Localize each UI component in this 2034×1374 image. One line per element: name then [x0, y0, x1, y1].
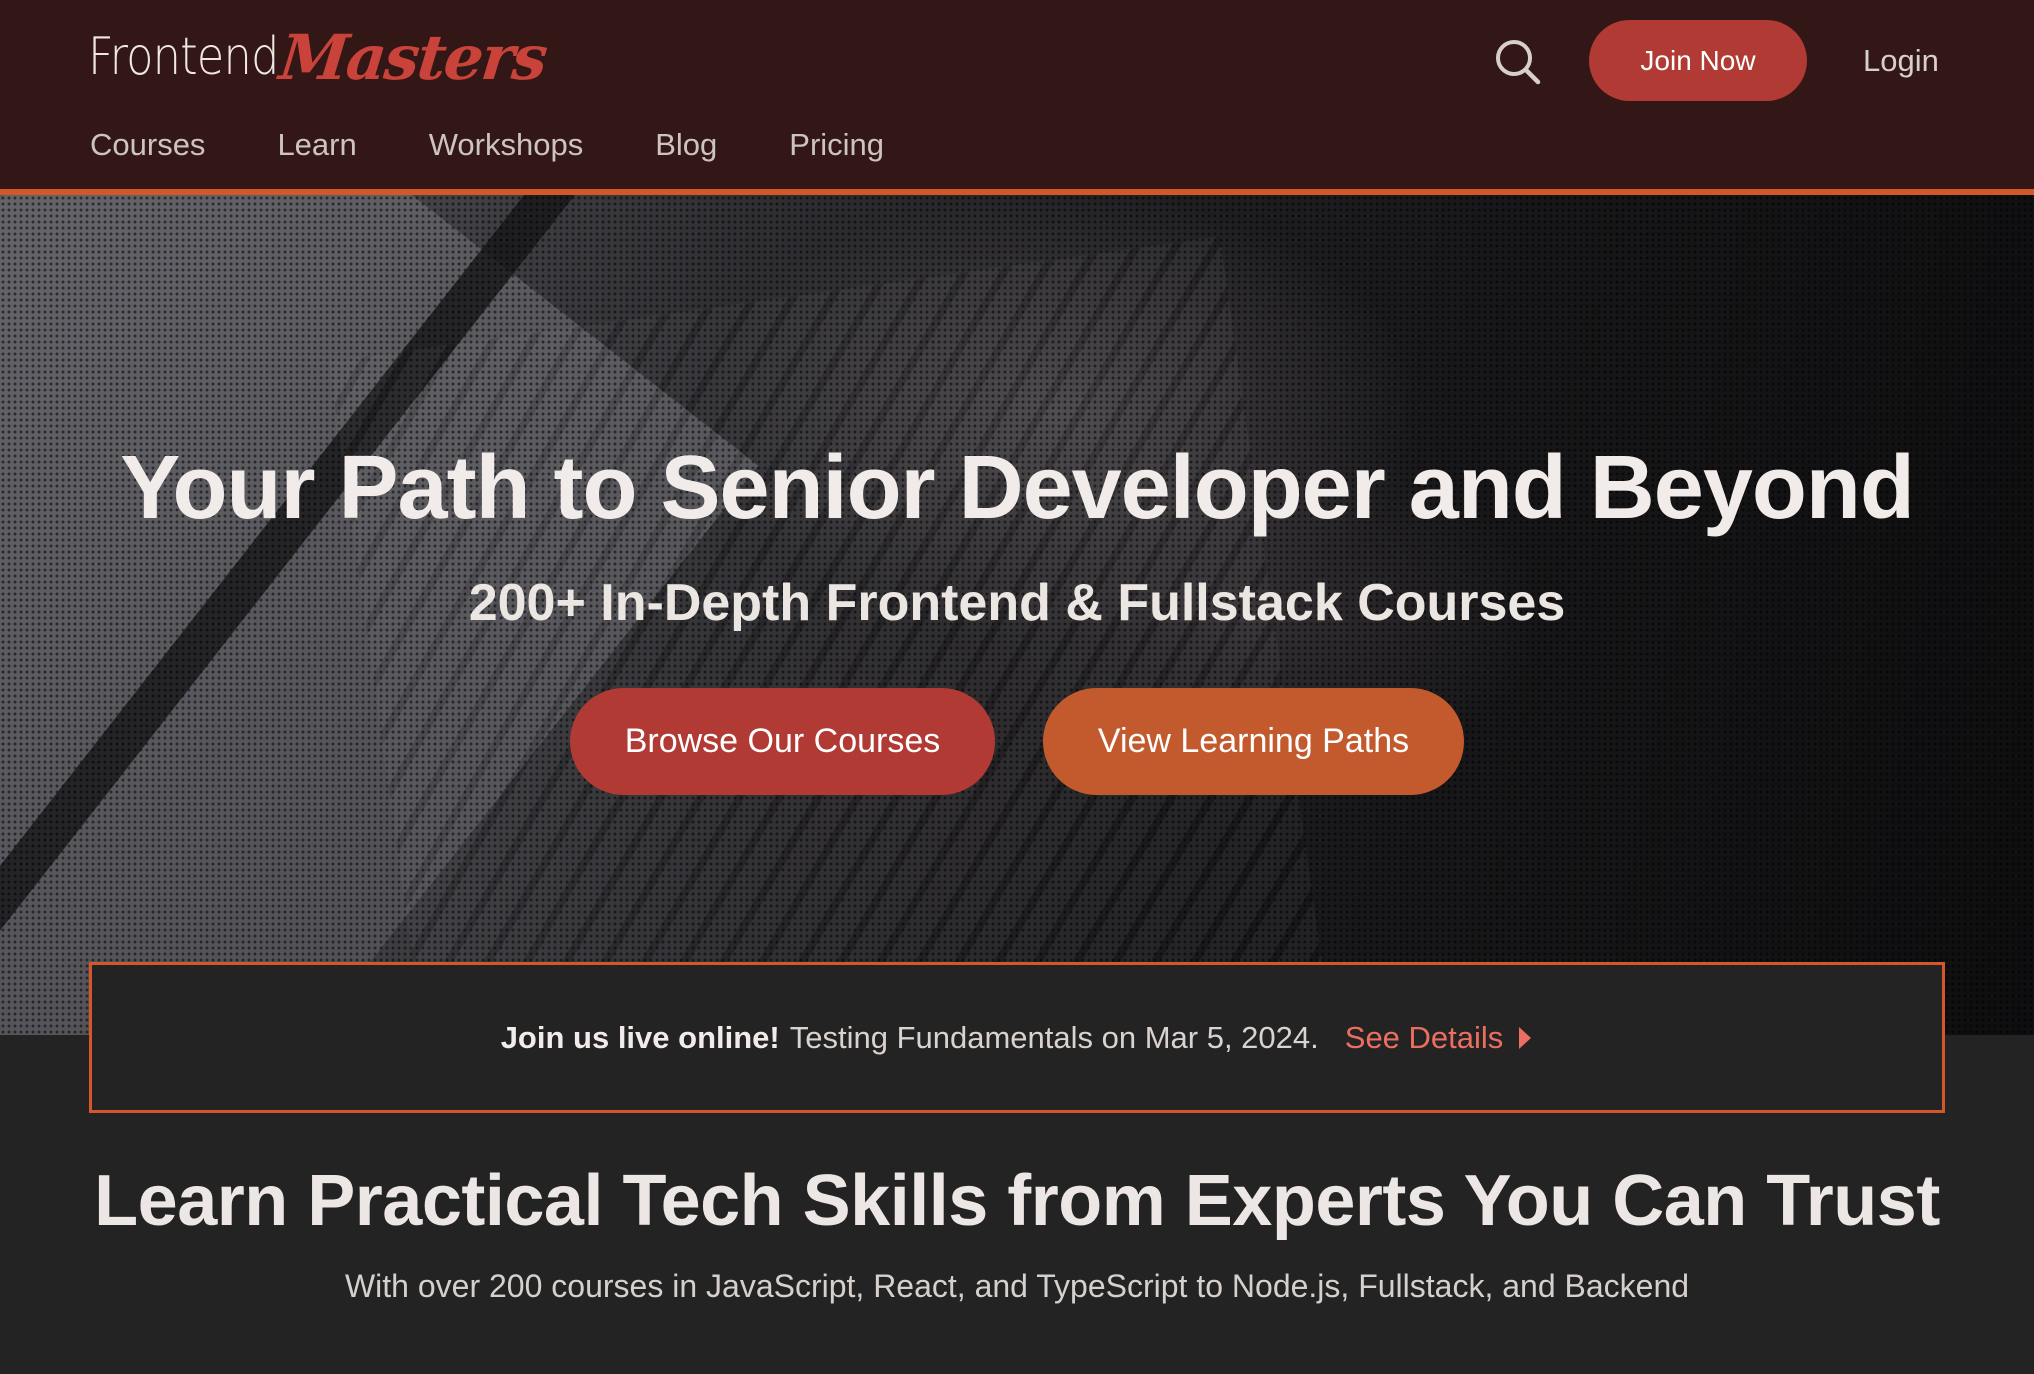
- hero-subtitle: 200+ In-Depth Frontend & Fullstack Cours…: [468, 574, 1566, 632]
- frontend-masters-logo[interactable]: Frontend Masters: [88, 12, 549, 102]
- nav-item-courses[interactable]: Courses: [90, 120, 205, 170]
- hero-title: Your Path to Senior Developer and Beyond: [120, 438, 1915, 538]
- see-details-link[interactable]: See Details: [1345, 1020, 1534, 1056]
- banner-event-text: Testing Fundamentals on Mar 5, 2024.: [789, 1019, 1319, 1055]
- nav-item-blog[interactable]: Blog: [655, 120, 717, 170]
- logo-frontend-text: Frontend: [88, 27, 279, 87]
- nav-item-workshops[interactable]: Workshops: [429, 120, 584, 170]
- main-nav: Courses Learn Workshops Blog Pricing: [90, 120, 956, 170]
- caret-right-icon: [1519, 1026, 1532, 1049]
- search-icon: [1496, 40, 1541, 85]
- live-event-banner: Join us live online! Testing Fundamental…: [89, 962, 1945, 1113]
- join-now-button[interactable]: Join Now: [1589, 20, 1807, 101]
- view-learning-paths-button[interactable]: View Learning Paths: [1043, 688, 1464, 795]
- section-subtitle: With over 200 courses in JavaScript, Rea…: [344, 1268, 1690, 1304]
- see-details-label: See Details: [1344, 1019, 1504, 1055]
- hero-section: Your Path to Senior Developer and Beyond…: [0, 195, 2034, 1035]
- login-link[interactable]: Login: [1863, 36, 1939, 86]
- browse-courses-button[interactable]: Browse Our Courses: [570, 688, 995, 795]
- nav-item-pricing[interactable]: Pricing: [789, 120, 884, 170]
- nav-item-learn[interactable]: Learn: [277, 120, 356, 170]
- site-header: Frontend Masters Join Now Login Courses …: [0, 0, 2034, 195]
- logo-masters-text: Masters: [276, 20, 550, 94]
- banner-lead-text: Join us live online!: [500, 1019, 780, 1055]
- section-title: Learn Practical Tech Skills from Experts…: [94, 1161, 1940, 1241]
- search-button[interactable]: [1490, 34, 1546, 90]
